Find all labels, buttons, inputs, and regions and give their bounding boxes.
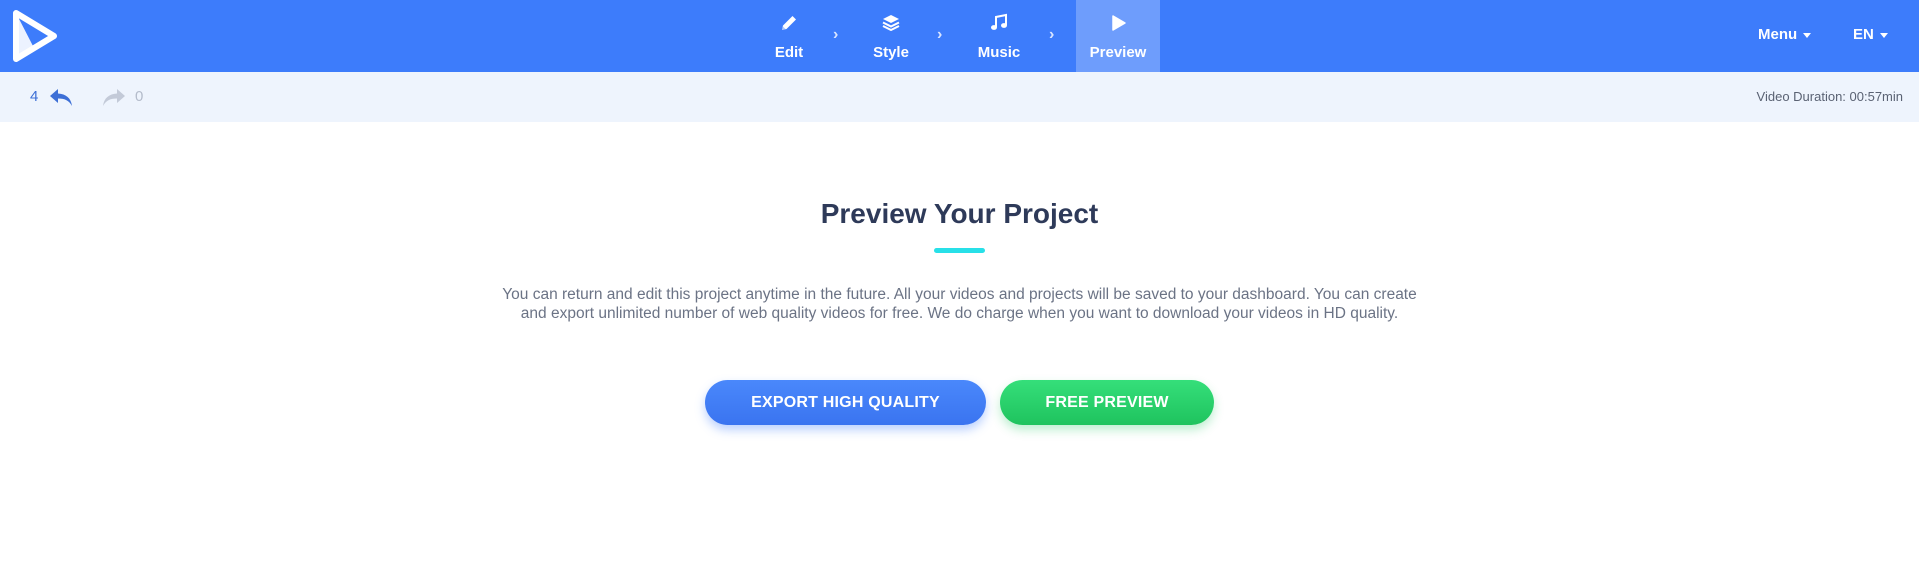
step-style[interactable]: Style [861, 0, 921, 72]
history-toolbar: 4 0 Video Duration: 00:57min [0, 72, 1919, 122]
language-dropdown[interactable]: EN [1853, 26, 1888, 43]
page-title: Preview Your Project [820, 198, 1099, 229]
layers-icon [882, 15, 900, 31]
export-button-label: EXPORT HIGH QUALITY [751, 393, 940, 411]
music-note-icon [991, 13, 1007, 30]
play-icon [1112, 15, 1126, 31]
menu-label: Menu [1758, 26, 1798, 43]
preview-description: You can return and edit this project any… [502, 286, 1417, 322]
top-navigation-bar: Edit › Style › Music › Preview Menu EN [0, 0, 1919, 72]
step-edit-label: Edit [774, 44, 804, 61]
export-high-quality-button[interactable]: EXPORT HIGH QUALITY [705, 380, 986, 425]
pencil-icon [782, 16, 796, 30]
undo-count: 4 [30, 88, 39, 105]
chevron-right-icon: › [937, 26, 943, 43]
preview-button-label: FREE PREVIEW [1045, 393, 1169, 411]
language-label: EN [1853, 26, 1874, 43]
title-underline-divider [934, 248, 985, 253]
step-style-label: Style [873, 44, 909, 61]
step-edit[interactable]: Edit [759, 0, 819, 72]
redo-icon[interactable] [100, 85, 128, 109]
wizard-steps: Edit › Style › Music › Preview [0, 0, 1919, 72]
free-preview-button[interactable]: FREE PREVIEW [1000, 380, 1214, 425]
chevron-right-icon: › [1049, 26, 1055, 43]
chevron-right-icon: › [833, 26, 839, 43]
caret-down-icon [1803, 33, 1812, 38]
redo-count: 0 [135, 88, 144, 105]
menu-dropdown[interactable]: Menu [1758, 26, 1812, 43]
step-music-label: Music [977, 44, 1021, 61]
video-duration: Video Duration: 00:57min [1756, 89, 1903, 104]
undo-icon[interactable] [47, 85, 75, 109]
step-preview-label: Preview [1089, 44, 1147, 61]
step-music[interactable]: Music [965, 0, 1033, 72]
caret-down-icon [1879, 33, 1888, 38]
step-preview[interactable]: Preview [1076, 0, 1160, 72]
